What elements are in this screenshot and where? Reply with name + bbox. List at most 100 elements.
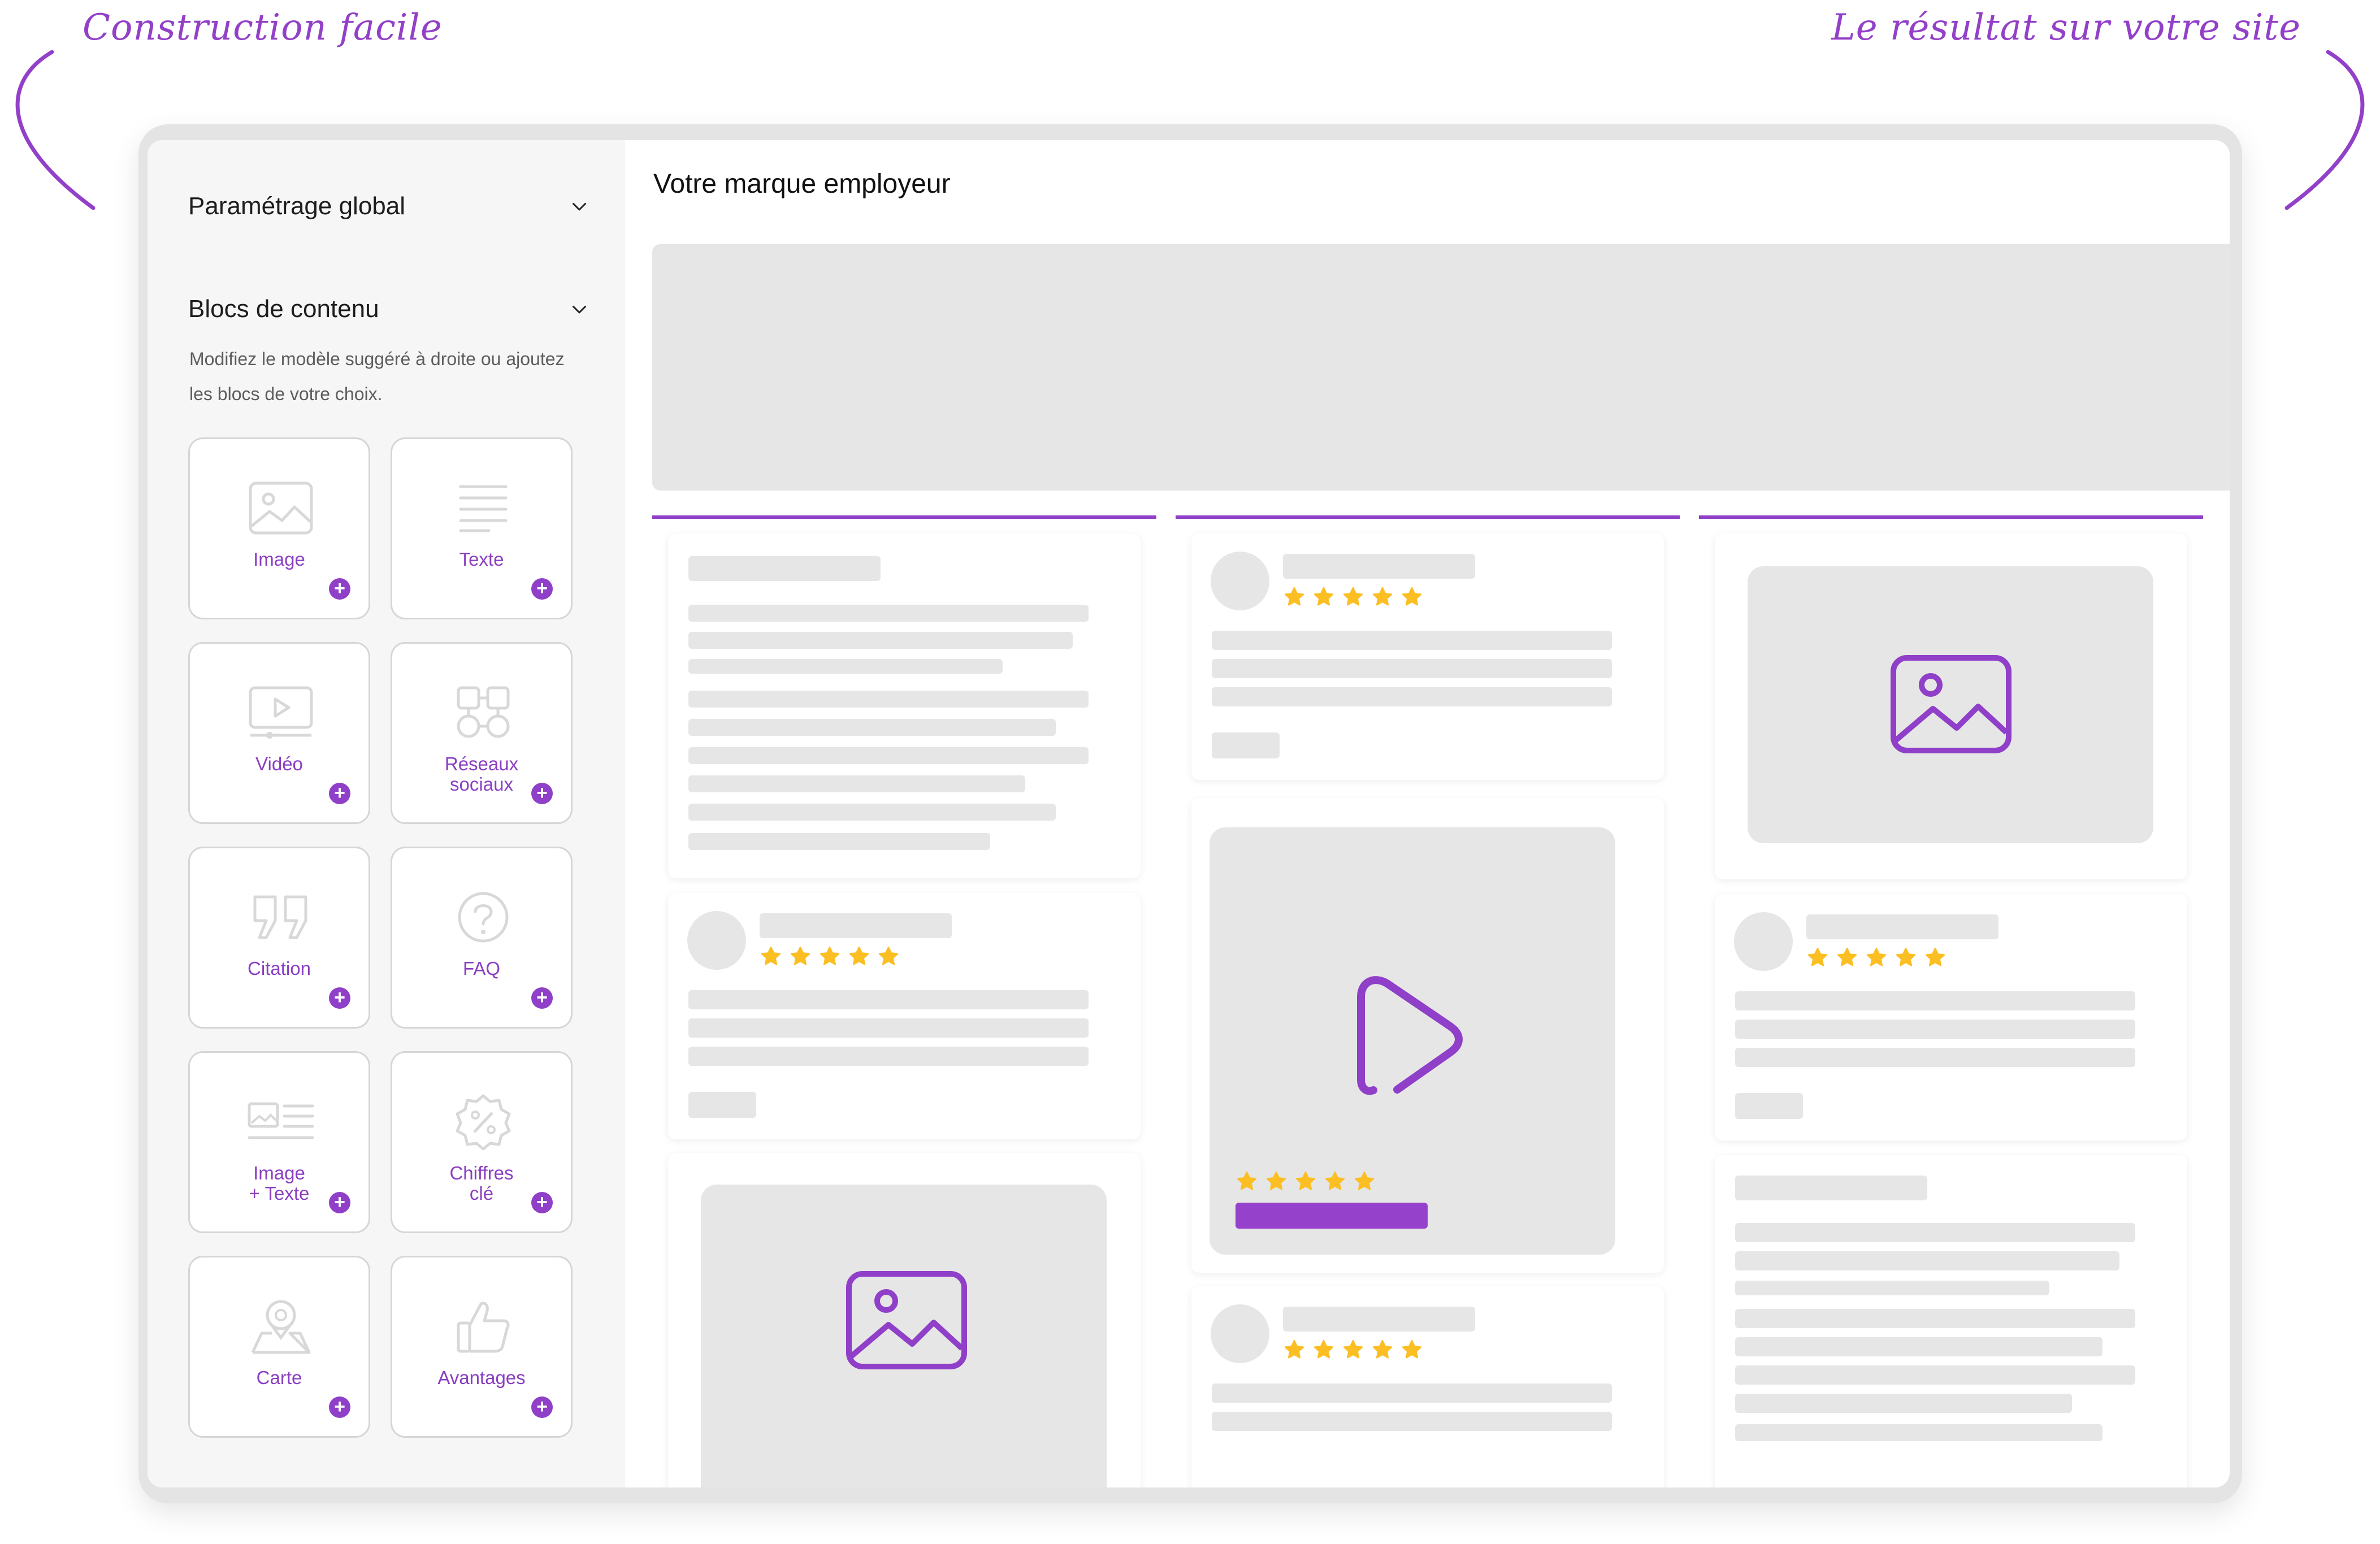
section-global-settings[interactable]: Paramétrage global <box>188 192 589 220</box>
image-placeholder <box>701 1185 1107 1487</box>
device-frame: Paramétrage global Blocs de contenu Modi… <box>138 124 2242 1503</box>
star-icon <box>1325 1171 1345 1190</box>
text-block-card <box>1715 1155 2187 1487</box>
block-label: Avantages <box>437 1367 526 1388</box>
block-social[interactable]: Réseaux sociaux + <box>391 642 573 824</box>
add-icon[interactable]: + <box>531 987 553 1009</box>
star-icon <box>1266 1171 1286 1190</box>
rating-stars <box>1283 585 1423 608</box>
add-icon[interactable]: + <box>329 1192 350 1213</box>
add-icon[interactable]: + <box>329 1396 350 1418</box>
image-icon <box>846 1271 967 1369</box>
star-icon <box>1896 947 1916 966</box>
rating-stars <box>760 945 900 968</box>
block-label: Vidéo <box>255 753 303 774</box>
block-key-figures[interactable]: Chiffres clé + <box>391 1051 573 1233</box>
review-card <box>1191 1286 1664 1487</box>
preview-column-1 <box>652 515 1156 1487</box>
right-bracket-curve <box>2284 50 2365 210</box>
block-image[interactable]: Image + <box>188 437 370 619</box>
image-icon <box>249 482 313 535</box>
add-icon[interactable]: + <box>531 578 553 600</box>
star-icon <box>1372 587 1393 606</box>
star-icon <box>1284 587 1304 606</box>
star-icon <box>1807 947 1828 966</box>
app-screen: Paramétrage global Blocs de contenu Modi… <box>148 140 2230 1487</box>
avatar <box>687 911 746 970</box>
text-block-card <box>668 534 1141 878</box>
video-icon <box>249 686 313 739</box>
image-icon <box>1891 655 2011 753</box>
block-map[interactable]: Carte + <box>188 1256 370 1438</box>
block-text[interactable]: Texte + <box>391 437 573 619</box>
block-label: Texte <box>459 549 504 570</box>
review-card <box>668 893 1141 1139</box>
star-icon <box>1372 1339 1393 1359</box>
star-icon <box>1866 947 1887 966</box>
star-icon <box>1402 587 1422 606</box>
star-icon <box>849 946 869 965</box>
section-content-blocks[interactable]: Blocs de contenu <box>188 295 589 323</box>
social-icon <box>457 686 510 738</box>
block-quote[interactable]: Citation + <box>188 847 370 1029</box>
preview-column-2 <box>1176 515 1680 1487</box>
video-block-card <box>1191 798 1664 1273</box>
map-pin-icon <box>251 1300 311 1354</box>
annotation-construction: Construction facile <box>83 7 443 49</box>
content-blocks-description: Modifiez le modèle suggéré à droite ou a… <box>189 349 565 404</box>
avatar <box>1211 1304 1269 1363</box>
video-placeholder <box>1209 827 1615 1255</box>
block-faq[interactable]: FAQ + <box>391 847 573 1029</box>
image-placeholder <box>1748 566 2153 843</box>
block-label: Image <box>253 549 305 570</box>
column-accent-line <box>1699 515 2203 519</box>
add-icon[interactable]: + <box>329 783 350 804</box>
quote-icon <box>253 895 307 939</box>
column-accent-line <box>1176 515 1680 519</box>
star-icon <box>1284 1339 1304 1359</box>
star-icon <box>1343 587 1363 606</box>
chevron-down-icon <box>573 306 586 314</box>
rating-stars <box>1806 946 1947 969</box>
star-icon <box>1402 1339 1422 1359</box>
add-icon[interactable]: + <box>531 783 553 804</box>
site-preview: Votre marque employeur <box>625 140 2230 1487</box>
review-card <box>1715 894 2187 1140</box>
chevron-down-icon <box>573 203 586 211</box>
star-icon <box>761 946 781 965</box>
block-video[interactable]: Vidéo + <box>188 642 370 824</box>
section-global-settings-label: Paramétrage global <box>188 192 406 220</box>
star-icon <box>1354 1171 1375 1190</box>
review-card <box>1191 534 1664 780</box>
block-label: Carte <box>256 1367 302 1388</box>
image-block-card <box>668 1153 1141 1487</box>
percent-icon <box>456 1094 511 1150</box>
block-image-text[interactable]: Image + Texte + <box>188 1051 370 1233</box>
avatar <box>1211 552 1269 610</box>
hero-banner-placeholder <box>652 244 2230 491</box>
block-label: FAQ <box>462 958 501 979</box>
star-icon <box>1237 1171 1257 1190</box>
column-accent-line <box>652 515 1156 519</box>
star-icon <box>1313 1339 1334 1359</box>
star-icon <box>878 946 899 965</box>
add-icon[interactable]: + <box>329 987 350 1009</box>
star-icon <box>1343 1339 1363 1359</box>
avatar <box>1734 912 1793 971</box>
rating-stars <box>1235 1170 1376 1192</box>
add-icon[interactable]: + <box>531 1396 553 1418</box>
add-icon[interactable]: + <box>329 578 350 600</box>
rating-stars <box>1283 1338 1423 1361</box>
block-label: Citation <box>248 958 311 979</box>
builder-sidebar: Paramétrage global Blocs de contenu Modi… <box>148 140 625 1487</box>
play-icon <box>1357 976 1463 1095</box>
left-bracket-curve <box>15 50 96 210</box>
star-icon <box>1295 1171 1316 1190</box>
annotation-result: Le résultat sur votre site <box>1831 7 2301 49</box>
star-icon <box>1925 947 1945 966</box>
block-benefits[interactable]: Avantages + <box>391 1256 573 1438</box>
thumbs-up-icon <box>457 1302 510 1353</box>
add-icon[interactable]: + <box>531 1192 553 1213</box>
faq-icon <box>458 892 509 943</box>
page-title: Votre marque employeur <box>653 169 951 199</box>
